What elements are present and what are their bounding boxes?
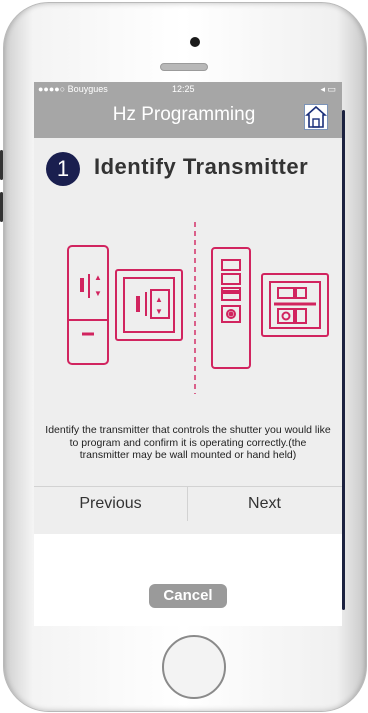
home-icon xyxy=(304,105,328,128)
svg-text:▼: ▼ xyxy=(94,289,102,298)
screen-edge xyxy=(342,110,345,610)
clock: 12:25 xyxy=(172,84,195,94)
volume-up-button[interactable] xyxy=(0,150,3,180)
wall-switch-left xyxy=(115,269,183,341)
home-button[interactable] xyxy=(162,635,226,699)
step-title: Identify Transmitter xyxy=(94,154,309,179)
volume-down-button[interactable] xyxy=(0,192,3,222)
previous-button[interactable]: Previous xyxy=(34,487,188,521)
home-nav-button[interactable] xyxy=(304,104,328,130)
svg-text:▲: ▲ xyxy=(94,273,102,282)
next-button[interactable]: Next xyxy=(188,487,341,521)
handheld-remote-left xyxy=(67,245,109,365)
svg-text:▼: ▼ xyxy=(155,307,163,316)
svg-text:▲: ▲ xyxy=(155,295,163,304)
cancel-button[interactable]: Cancel xyxy=(149,584,227,608)
title-bar: Hz Programming xyxy=(34,96,342,138)
step-content: 1 Identify Transmitter ▲ ▼ ▲ ▼ Identify … xyxy=(34,138,342,534)
step-navigation: Previous Next xyxy=(34,486,342,521)
status-bar: ●●●●○ Bouygues 12:25 ◂ ▭ xyxy=(34,82,342,96)
handheld-remote-right xyxy=(211,247,251,369)
transmitter-illustration: ▲ ▼ ▲ ▼ xyxy=(67,222,329,394)
page-title: Hz Programming xyxy=(112,104,256,125)
step-number-badge: 1 xyxy=(46,152,80,186)
battery-icon: ◂ ▭ xyxy=(320,84,336,94)
app-screen: ●●●●○ Bouygues 12:25 ◂ ▭ Hz Programming … xyxy=(34,82,342,626)
speaker-grille xyxy=(160,63,208,71)
camera-icon xyxy=(190,37,200,47)
step-description: Identify the transmitter that controls t… xyxy=(45,424,331,461)
carrier-label: ●●●●○ Bouygues xyxy=(38,84,108,94)
